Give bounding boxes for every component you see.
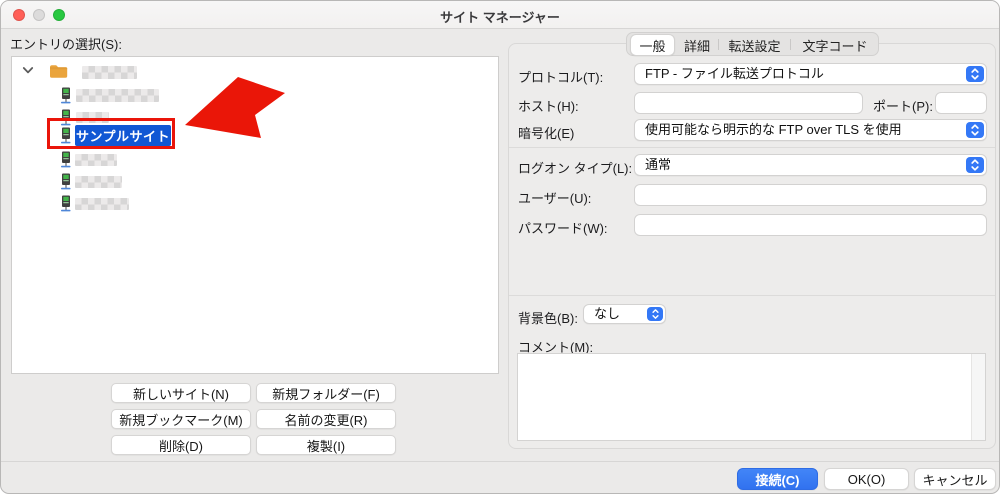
redacted-folder-name (82, 66, 137, 79)
cancel-button[interactable]: キャンセル (914, 468, 996, 490)
red-arrow-icon (185, 77, 285, 138)
window-title: サイト マネージャー (440, 10, 560, 25)
server-icon (61, 173, 71, 190)
user-input[interactable] (634, 184, 987, 206)
folder-icon (50, 65, 68, 78)
redacted-site-name (75, 154, 117, 166)
entry-select-label: エントリの選択(S): (10, 37, 122, 52)
ok-button[interactable]: OK(O) (824, 468, 909, 490)
connect-button[interactable]: 接続(C) (737, 468, 818, 490)
tab-separator (790, 39, 791, 50)
comment-textarea[interactable] (517, 353, 986, 441)
chevron-down-icon[interactable] (22, 66, 34, 75)
protocol-label: プロトコル(T): (518, 70, 604, 85)
titlebar: サイト マネージャー (1, 1, 999, 29)
rename-button[interactable]: 名前の変更(R) (256, 409, 396, 429)
background-color-select[interactable]: なし (583, 304, 666, 324)
footer-divider (1, 461, 999, 462)
redacted-site-name (75, 198, 129, 210)
background-color-label: 背景色(B): (518, 311, 578, 326)
site-manager-dialog: サイト マネージャー エントリの選択(S): サンプルサイト 新しいサイト(N)… (0, 0, 1000, 494)
encryption-select[interactable]: 使用可能なら明示的な FTP over TLS を使用 (634, 119, 987, 141)
tab-charset[interactable]: 文字コード (793, 34, 877, 56)
password-input[interactable] (634, 214, 987, 236)
settings-tabs: 一般 詳細 転送設定 文字コード (626, 32, 879, 56)
protocol-select[interactable]: FTP - ファイル転送プロトコル (634, 63, 987, 85)
server-icon (61, 195, 71, 212)
encryption-label: 暗号化(E) (518, 126, 575, 141)
password-label: パスワード(W): (518, 221, 608, 236)
redacted-site-name (75, 176, 122, 188)
tab-transfer-settings[interactable]: 転送設定 (720, 34, 789, 56)
host-label: ホスト(H): (518, 99, 579, 114)
new-bookmark-button[interactable]: 新規ブックマーク(M) (111, 409, 251, 429)
redacted-site-name (76, 89, 159, 102)
delete-button[interactable]: 削除(D) (111, 435, 251, 455)
new-folder-button[interactable]: 新規フォルダー(F) (256, 383, 396, 403)
tab-separator (718, 39, 719, 50)
up-down-chevron-icon[interactable] (647, 307, 663, 321)
server-icon (61, 87, 71, 104)
duplicate-button[interactable]: 複製(I) (256, 435, 396, 455)
server-icon (61, 151, 71, 168)
tab-general[interactable]: 一般 (630, 34, 675, 56)
port-input[interactable] (935, 92, 987, 114)
up-down-chevron-icon[interactable] (966, 157, 984, 173)
host-input[interactable] (634, 92, 863, 114)
port-label: ポート(P): (873, 99, 933, 114)
textarea-scrollbar[interactable] (971, 354, 985, 440)
section-divider (509, 147, 995, 148)
tab-advanced[interactable]: 詳細 (677, 34, 717, 56)
logon-type-label: ログオン タイプ(L): (518, 161, 633, 176)
up-down-chevron-icon[interactable] (966, 122, 984, 138)
red-highlight-rectangle (47, 118, 175, 149)
user-label: ユーザー(U): (518, 191, 592, 206)
new-site-button[interactable]: 新しいサイト(N) (111, 383, 251, 403)
up-down-chevron-icon[interactable] (966, 66, 984, 82)
section-divider (509, 295, 995, 296)
logon-type-select[interactable]: 通常 (634, 154, 987, 176)
